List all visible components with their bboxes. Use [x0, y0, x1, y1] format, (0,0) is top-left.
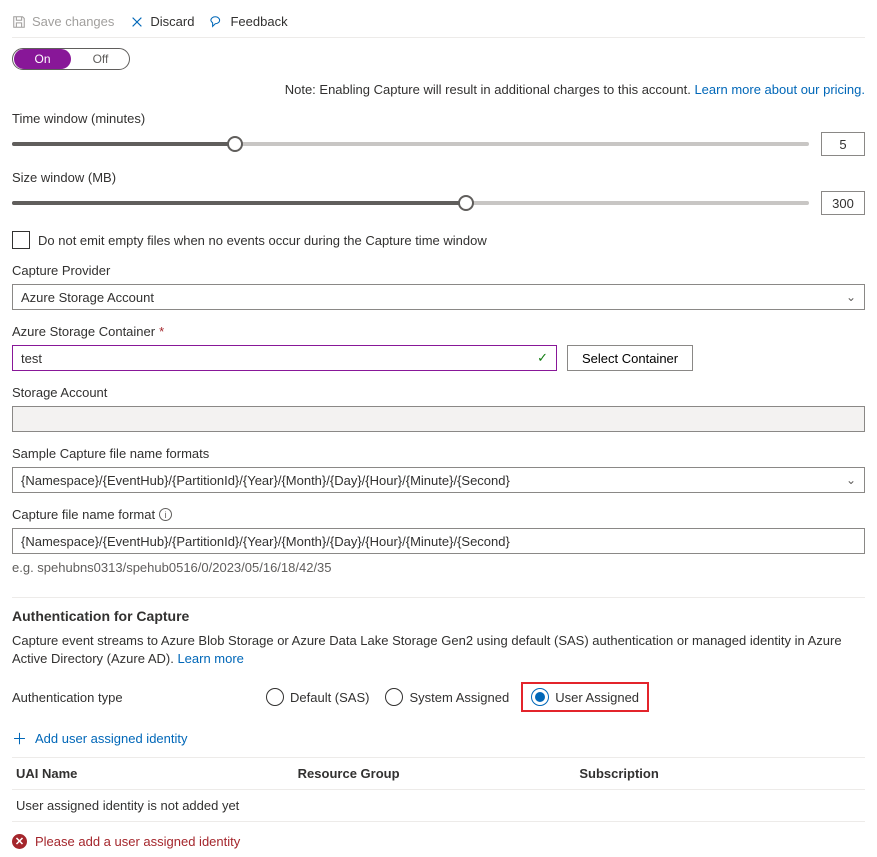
capture-toggle[interactable]: On Off	[12, 48, 130, 70]
table-row: User assigned identity is not added yet	[12, 790, 865, 822]
size-window-label: Size window (MB)	[12, 170, 865, 185]
auth-type-label: Authentication type	[12, 690, 262, 705]
time-window-label: Time window (minutes)	[12, 111, 865, 126]
capture-provider-label: Capture Provider	[12, 263, 865, 278]
emit-empty-label: Do not emit empty files when no events o…	[38, 233, 487, 248]
plus-icon: ＋	[12, 728, 27, 749]
emit-empty-checkbox[interactable]	[12, 231, 30, 249]
add-identity-button[interactable]: ＋ Add user assigned identity	[12, 728, 188, 757]
checkmark-icon: ✓	[537, 350, 548, 366]
time-window-value[interactable]: 5	[821, 132, 865, 156]
storage-account-input	[12, 406, 865, 432]
col-uai-name: UAI Name	[16, 766, 298, 781]
error-icon: ✕	[12, 834, 27, 849]
chevron-down-icon: ⌄	[846, 473, 856, 487]
col-subscription: Subscription	[579, 766, 861, 781]
capture-provider-select[interactable]: Azure Storage Account ⌄	[12, 284, 865, 310]
sample-formats-select[interactable]: {Namespace}/{EventHub}/{PartitionId}/{Ye…	[12, 467, 865, 493]
auth-section-title: Authentication for Capture	[12, 608, 865, 624]
storage-container-input[interactable]: test ✓	[12, 345, 557, 371]
size-window-slider[interactable]	[12, 192, 809, 214]
capture-format-input[interactable]: {Namespace}/{EventHub}/{PartitionId}/{Ye…	[12, 528, 865, 554]
discard-button[interactable]: Discard	[130, 14, 194, 29]
identity-error: ✕ Please add a user assigned identity	[12, 834, 865, 849]
time-window-slider[interactable]	[12, 133, 809, 155]
pricing-link[interactable]: Learn more about our pricing.	[694, 82, 865, 97]
auth-radio-system[interactable]: System Assigned	[381, 682, 513, 712]
save-icon	[12, 15, 26, 29]
storage-account-label: Storage Account	[12, 385, 865, 400]
save-button: Save changes	[12, 14, 114, 29]
feedback-button[interactable]: Feedback	[210, 14, 287, 29]
sample-formats-label: Sample Capture file name formats	[12, 446, 865, 461]
capture-format-label: Capture file name format i	[12, 507, 865, 522]
pricing-note: Note: Enabling Capture will result in ad…	[12, 76, 865, 97]
storage-container-label: Azure Storage Container *	[12, 324, 865, 339]
col-resource-group: Resource Group	[298, 766, 580, 781]
auth-radio-default[interactable]: Default (SAS)	[262, 682, 373, 712]
auth-section-desc: Capture event streams to Azure Blob Stor…	[12, 632, 865, 668]
select-container-button[interactable]: Select Container	[567, 345, 693, 371]
identity-table: UAI Name Resource Group Subscription Use…	[12, 757, 865, 822]
chevron-down-icon: ⌄	[846, 290, 856, 304]
auth-learn-more-link[interactable]: Learn more	[177, 651, 243, 666]
auth-radio-user[interactable]: User Assigned	[521, 682, 649, 712]
feedback-icon	[210, 15, 224, 29]
close-icon	[130, 15, 144, 29]
toolbar: Save changes Discard Feedback	[12, 8, 865, 38]
size-window-value[interactable]: 300	[821, 191, 865, 215]
capture-format-example: e.g. spehubns0313/spehub0516/0/2023/05/1…	[12, 560, 865, 575]
info-icon[interactable]: i	[159, 508, 172, 521]
